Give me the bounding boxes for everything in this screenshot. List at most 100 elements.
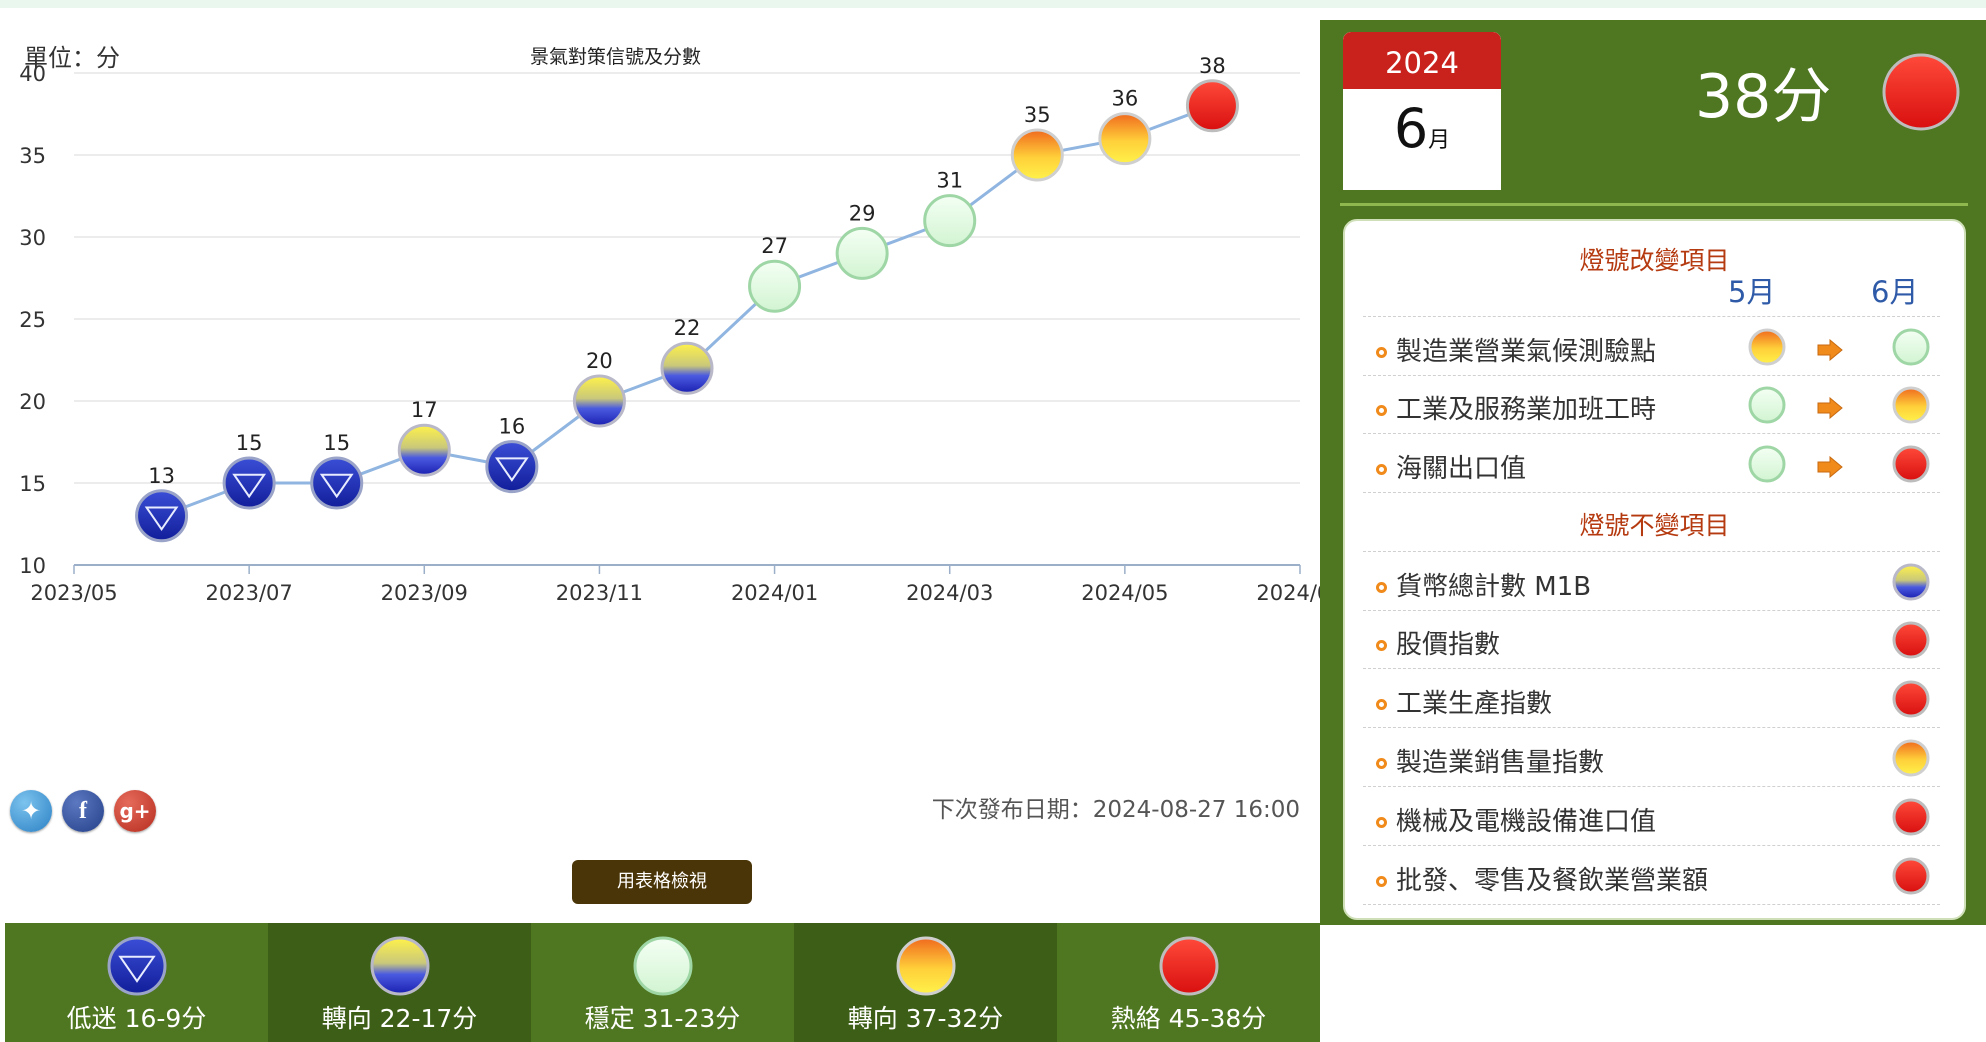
data-label: 38 — [1199, 54, 1226, 78]
indicator-name: 製造業營業氣候測驗點 — [1396, 337, 1657, 367]
chart-area: 10 15 20 25 30 35 40 2023/05 2023/07 2023/09 2023/… — [0, 8, 1320, 923]
prev-signal-icon — [1747, 327, 1787, 371]
data-label: 17 — [411, 398, 438, 422]
data-label: 27 — [761, 234, 788, 258]
calendar-month-number: 6 — [1393, 97, 1429, 160]
changed-row: 製造業營業氣候測驗點 — [1363, 316, 1940, 376]
current-score: 38分 — [1695, 62, 1832, 132]
x-tick-label: 2024/07 — [1256, 581, 1320, 605]
calendar-year: 2024 — [1343, 32, 1501, 89]
y-tick-label: 10 — [19, 554, 46, 578]
x-tick-label: 2023/09 — [381, 581, 468, 605]
y-tick-label: 35 — [19, 144, 46, 168]
bullet-icon — [1376, 876, 1387, 887]
indicator-name: 海關出口值 — [1396, 454, 1527, 484]
data-point — [572, 374, 626, 428]
bullet-icon — [1376, 699, 1387, 710]
x-tick-label: 2024/01 — [731, 581, 818, 605]
data-point — [135, 489, 189, 543]
summary-panel: 2024 6月 38分 燈號改變項目 5月 6月 製造業營業氣候測驗點 工業及服… — [1320, 20, 1986, 925]
data-point — [310, 456, 364, 510]
arrow-right-icon — [1817, 338, 1843, 365]
facebook-icon[interactable]: f — [62, 790, 104, 832]
data-point — [660, 341, 714, 395]
bullet-icon — [1376, 758, 1387, 769]
bullet-icon — [1376, 347, 1387, 358]
calendar-month-unit: 月 — [1428, 128, 1451, 153]
bullet-icon — [1376, 464, 1387, 475]
yellow-blue-signal-icon — [369, 935, 431, 1003]
curr-signal-icon — [1891, 444, 1931, 488]
data-point — [835, 226, 889, 280]
data-point — [748, 259, 802, 313]
legend-label: 低迷 16-9分 — [66, 1004, 207, 1033]
data-label: 22 — [674, 316, 701, 340]
curr-signal-icon — [1891, 856, 1931, 900]
indicator-name: 貨幣總計數 M1B — [1396, 572, 1592, 602]
legend-item-stable: 穩定 31-23分 — [531, 923, 794, 1042]
data-label: 20 — [586, 349, 613, 373]
data-label: 15 — [236, 431, 263, 455]
data-label: 31 — [936, 169, 963, 193]
data-point — [1010, 128, 1064, 182]
score-chart: 101520253035402023/05 2023/07 2023/09 2023/… — [19, 54, 1320, 605]
x-tick-label: 2023/07 — [206, 581, 293, 605]
x-tick-label: 2023/05 — [30, 581, 117, 605]
bullet-icon — [1376, 405, 1387, 416]
legend-label: 轉向 37-32分 — [847, 1004, 1004, 1033]
data-point — [222, 456, 276, 510]
x-tick-label: 2024/03 — [906, 581, 993, 605]
legend-item-low: 低迷 16-9分 — [5, 923, 268, 1042]
legend-label: 熱絡 45-38分 — [1110, 1004, 1267, 1033]
data-point — [485, 440, 539, 494]
indicator-name: 工業及服務業加班工時 — [1396, 395, 1657, 425]
legend-item-hot: 熱絡 45-38分 — [1057, 923, 1320, 1042]
data-point — [397, 423, 451, 477]
next-release-date: 下次發布日期：2024-08-27 16:00 — [931, 797, 1300, 823]
twitter-icon[interactable]: ✦ — [10, 790, 52, 832]
curr-signal-icon — [1891, 562, 1931, 606]
changed-row: 工業及服務業加班工時 — [1363, 375, 1940, 434]
google-plus-icon[interactable]: g+ — [114, 790, 156, 832]
bullet-icon — [1376, 817, 1387, 828]
red-signal-icon — [1158, 935, 1220, 1003]
bullet-icon — [1376, 582, 1387, 593]
divider — [1340, 203, 1968, 206]
arrow-right-icon — [1817, 396, 1843, 423]
data-label: 13 — [148, 464, 175, 488]
y-tick-label: 25 — [19, 308, 46, 332]
prev-signal-icon — [1747, 444, 1787, 488]
legend-item-turn-up: 轉向 37-32分 — [794, 923, 1057, 1042]
indicator-name: 股價指數 — [1396, 630, 1501, 660]
data-point — [1098, 112, 1152, 166]
view-table-button[interactable]: 用表格檢視 — [572, 860, 752, 904]
top-strip — [0, 0, 1986, 8]
x-tick-label: 2023/11 — [556, 581, 643, 605]
blue-signal-icon — [106, 935, 168, 1003]
unchanged-section-title: 燈號不變項目 — [1579, 511, 1730, 540]
changed-row: 海關出口值 — [1363, 434, 1940, 493]
curr-signal-icon — [1891, 385, 1931, 429]
unchanged-row: 貨幣總計數 M1B — [1363, 551, 1940, 611]
indicator-panel: 燈號改變項目 5月 6月 製造業營業氣候測驗點 工業及服務業加班工時 海關出口值… — [1343, 219, 1966, 920]
unchanged-row: 股價指數 — [1363, 610, 1940, 669]
data-point — [923, 194, 977, 248]
prev-signal-icon — [1747, 385, 1787, 429]
green-signal-icon — [632, 935, 694, 1003]
legend-label: 穩定 31-23分 — [584, 1004, 741, 1033]
data-label: 29 — [849, 201, 876, 225]
curr-signal-icon — [1891, 738, 1931, 782]
legend-item-turn-down: 轉向 22-17分 — [268, 923, 531, 1042]
signal-legend: 低迷 16-9分 轉向 22-17分 穩定 31-23分 轉向 37-32分 熱… — [5, 923, 1320, 1042]
unchanged-row: 機械及電機設備進口值 — [1363, 787, 1940, 846]
indicator-name: 工業生產指數 — [1396, 689, 1553, 719]
data-label: 15 — [323, 431, 350, 455]
unchanged-row: 工業生產指數 — [1363, 669, 1940, 728]
data-label: 16 — [498, 415, 525, 439]
yellow-red-signal-icon — [895, 935, 957, 1003]
x-tick-label: 2024/05 — [1081, 581, 1168, 605]
bullet-icon — [1376, 640, 1387, 651]
curr-signal-icon — [1891, 620, 1931, 664]
prev-month-header: 5月 — [1728, 275, 1776, 309]
current-signal-icon — [1881, 52, 1961, 136]
